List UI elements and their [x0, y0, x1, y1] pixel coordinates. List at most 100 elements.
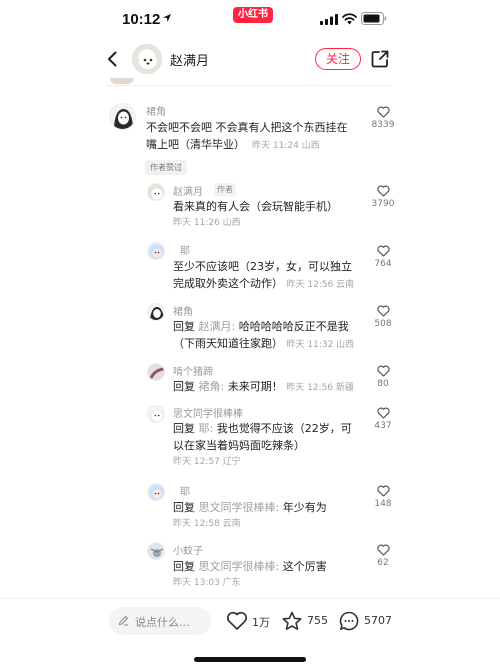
like-post-button[interactable]: 1万 — [226, 610, 272, 632]
reply-line: 至少不应该吧（23岁，女，可以独立 — [173, 260, 352, 273]
reply-line: 看来真的有人会（会玩智能手机） — [173, 200, 338, 213]
author-tag: 作者 — [214, 183, 236, 196]
comment-meta: 昨天 11:24 山西 — [252, 141, 320, 151]
replier-avatar[interactable] — [147, 363, 165, 381]
reply-text: 回复 赵满月: 哈哈哈哈哈反正不是我 （下雨天知道往家跑） 昨天 11:32 山… — [173, 318, 368, 354]
reply-text: 回复 裙角: 未来可期！ 昨天 12:56 新疆 — [173, 378, 368, 397]
heart-icon — [376, 106, 390, 118]
replier-name[interactable]: 思文同学很棒棒 — [173, 405, 243, 420]
reply-meta: 昨天 12:56 云南 — [286, 280, 355, 290]
comment-line: 嘴上吧（清华毕业） — [146, 138, 245, 151]
replier-avatar[interactable] — [147, 303, 165, 321]
heart-icon — [226, 611, 248, 630]
like-button[interactable]: 148 — [368, 485, 398, 509]
reply-meta: 昨天 12:56 新疆 — [286, 383, 354, 393]
heart-icon — [376, 544, 390, 556]
post-header: 赵满月 关注 — [0, 38, 500, 80]
reply-meta: 昨天 12:57 辽宁 — [173, 457, 241, 467]
reply-to-user[interactable]: 思文同学很棒棒: — [199, 501, 280, 514]
post-collect-count: 755 — [307, 614, 328, 627]
home-indicator[interactable] — [194, 657, 306, 662]
signal-icon — [320, 14, 338, 25]
reply-line: 我也觉得不应该（22岁，可 — [213, 422, 352, 435]
like-button[interactable]: 80 — [368, 365, 398, 389]
like-count: 3790 — [371, 199, 395, 209]
heart-icon — [376, 485, 390, 497]
reply-line: 完成取外卖这个动作） — [173, 277, 283, 290]
author-liked-tag: 作者赞过 — [145, 160, 187, 175]
back-arrow-icon[interactable] — [106, 51, 118, 67]
like-button[interactable]: 437 — [368, 407, 398, 431]
like-button[interactable]: 8339 — [368, 106, 398, 130]
location-arrow-icon — [163, 14, 171, 22]
reply-meta: 昨天 13:03 广东 — [173, 578, 241, 588]
status-bar: 10:12 小红书 — [0, 0, 500, 38]
like-count: 62 — [377, 558, 389, 568]
replier-avatar[interactable] — [147, 405, 165, 423]
heart-icon — [376, 245, 390, 257]
app-badge: 小红书 — [233, 7, 273, 23]
heart-icon — [376, 365, 390, 377]
comment-bubble-icon — [339, 611, 359, 631]
reply-to-user[interactable]: 赵满月: — [199, 320, 236, 333]
author-avatar[interactable] — [132, 44, 162, 74]
reply-line: （下雨天知道往家跑） — [173, 337, 283, 350]
reply-meta: 昨天 11:32 山西 — [286, 340, 355, 350]
reply-line: 以在家当着妈妈面吃辣条） — [173, 439, 305, 452]
reply-to-user[interactable]: 耶: — [199, 422, 214, 435]
reply-label: 回复 — [173, 560, 195, 573]
reply-text: 看来真的有人会（会玩智能手机） 昨天 11:26 山西 — [173, 198, 368, 232]
like-count: 764 — [374, 259, 392, 269]
heart-icon — [376, 407, 390, 419]
reply-to-user[interactable]: 裙角: — [199, 380, 225, 393]
replier-name[interactable]: 赵满月 — [173, 183, 203, 198]
reply-line: 哈哈哈哈哈反正不是我 — [235, 320, 349, 333]
author-name[interactable]: 赵满月 — [170, 50, 209, 69]
reply-meta: 昨天 11:26 山西 — [173, 218, 241, 228]
reply-line: 这个厉害 — [279, 560, 327, 573]
commenter-avatar[interactable] — [109, 103, 136, 130]
comment-input-placeholder: 说点什么... — [135, 616, 190, 629]
replier-avatar[interactable] — [147, 542, 165, 560]
replier-name[interactable]: 裙角 — [173, 303, 193, 318]
reply-label: 回复 — [173, 501, 195, 514]
follow-button[interactable]: 关注 — [315, 48, 361, 70]
post-like-count: 1万 — [252, 616, 270, 629]
share-icon[interactable] — [371, 50, 389, 68]
like-button[interactable]: 62 — [368, 544, 398, 568]
reply-label: 回复 — [173, 320, 195, 333]
commenter-name[interactable]: 裙角 — [146, 103, 166, 118]
heart-icon — [376, 305, 390, 317]
wifi-icon — [342, 13, 357, 25]
heart-icon — [376, 185, 390, 197]
replier-name[interactable]: 耶 — [180, 242, 190, 257]
post-comment-count: 5707 — [364, 614, 392, 627]
reply-text: 回复 思文同学很棒棒: 年少有为 昨天 12:58 云南 — [173, 499, 368, 533]
header-divider — [106, 80, 391, 86]
replier-name[interactable]: 小蚊子 — [173, 542, 203, 557]
replier-avatar[interactable] — [147, 183, 165, 201]
replier-avatar[interactable] — [147, 483, 165, 501]
like-count: 148 — [374, 499, 392, 509]
replier-name[interactable]: 啃个猪蹄 — [173, 363, 213, 378]
comment-text: 不会吧不会吧 不会真有人把这个东西挂在 嘴上吧（清华毕业） 昨天 11:24 山… — [146, 119, 368, 155]
collect-post-button[interactable]: 755 — [281, 610, 328, 632]
like-count: 8339 — [371, 120, 395, 130]
comment-input[interactable]: 说点什么... — [109, 607, 211, 635]
like-count: 437 — [374, 421, 392, 431]
reply-text: 至少不应该吧（23岁，女，可以独立 完成取外卖这个动作） 昨天 12:56 云南 — [173, 258, 368, 294]
like-count: 508 — [374, 319, 392, 329]
like-button[interactable]: 508 — [368, 305, 398, 329]
reply-label: 回复 — [173, 380, 195, 393]
replier-avatar[interactable] — [147, 242, 165, 260]
reply-label: 回复 — [173, 422, 195, 435]
star-icon — [282, 611, 302, 630]
comment-post-button[interactable]: 5707 — [338, 610, 392, 632]
comment-line: 不会吧不会吧 不会真有人把这个东西挂在 — [146, 121, 348, 134]
replier-name[interactable]: 耶 — [180, 483, 190, 498]
like-button[interactable]: 3790 — [368, 185, 398, 209]
reply-meta: 昨天 12:58 云南 — [173, 519, 241, 529]
reply-to-user[interactable]: 思文同学很棒棒: — [199, 560, 280, 573]
like-button[interactable]: 764 — [368, 245, 398, 269]
reply-text: 回复 思文同学很棒棒: 这个厉害 昨天 13:03 广东 — [173, 558, 368, 592]
